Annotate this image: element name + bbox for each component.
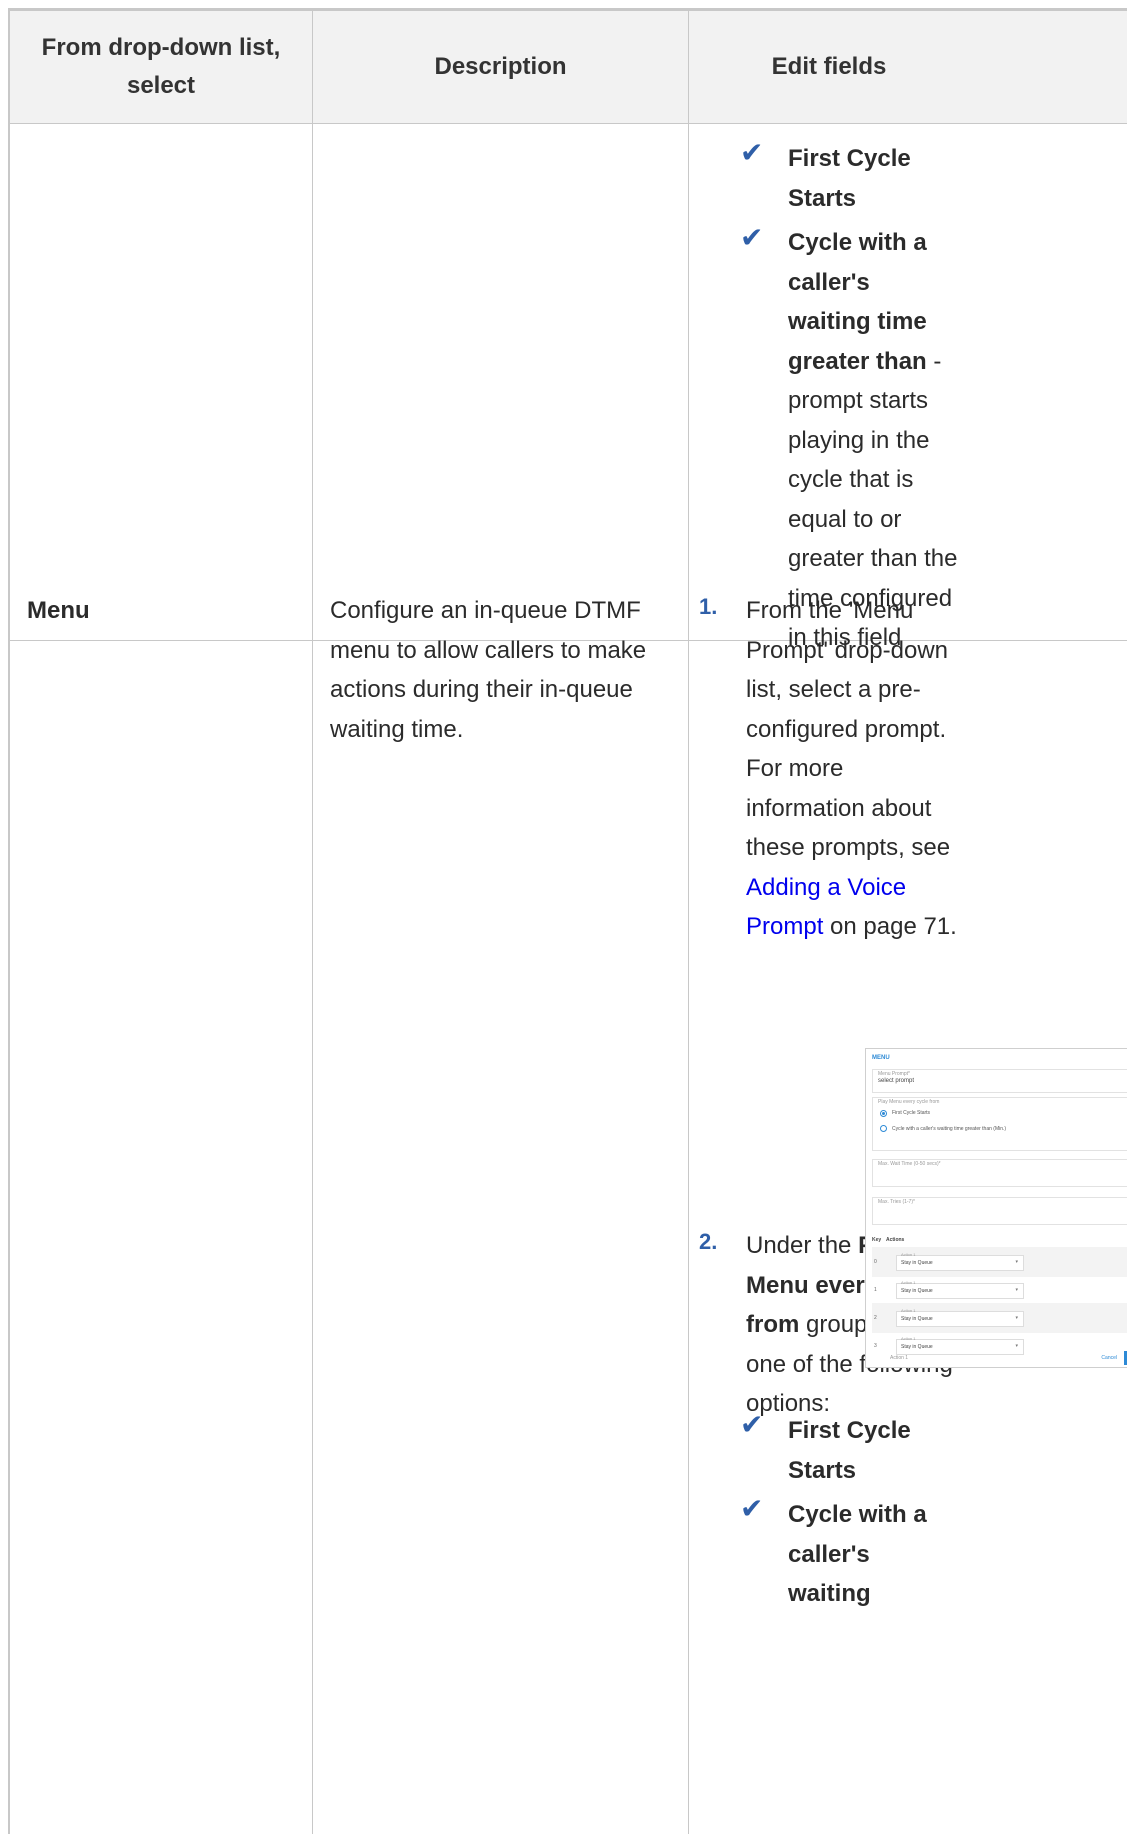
actions-column-header: Actions — [886, 1237, 905, 1243]
max-wait-label: Max. Wait Time (0-50 secs)* — [878, 1161, 941, 1167]
radio-waiting-time — [880, 1125, 887, 1132]
row-divider — [10, 123, 1127, 124]
column-divider — [312, 11, 313, 1834]
chevron-down-icon: ▾ — [1015, 1287, 1018, 1293]
checkmark-icon: ✔ — [740, 1408, 764, 1441]
action-value: Stay in Queue — [901, 1260, 933, 1266]
radio-first-cycle — [880, 1110, 887, 1117]
action-select: Action 1 Stay in Queue ▾ — [896, 1252, 1024, 1271]
action-select: Action 1 Stay in Queue ▾ — [896, 1308, 1024, 1327]
header-description: Description — [434, 53, 567, 80]
action-row: 3 Action 1 Stay in Queue ▾ — [872, 1331, 1127, 1361]
action-label: Action 1 — [901, 1308, 916, 1313]
action-value: Stay in Queue — [901, 1344, 933, 1350]
chevron-down-icon: ▾ — [1015, 1259, 1018, 1265]
checkmark-icon: ✔ — [740, 136, 764, 169]
menu-prompt-value: select prompt — [878, 1078, 915, 1084]
radio-first-cycle-label: First Cycle Starts — [892, 1110, 931, 1116]
action-row: 2 Action 1 Stay in Queue ▾ — [872, 1303, 1127, 1333]
action-row: 1 Action 1 Stay in Queue ▾ — [872, 1275, 1127, 1305]
action-select: Action 1 Stay in Queue ▾ — [896, 1336, 1024, 1355]
action-value: Stay in Queue — [901, 1316, 933, 1322]
action-label: Action 1 — [901, 1280, 916, 1285]
step-1-text-before: From the 'Menu Prompt' drop-down list, s… — [746, 597, 951, 861]
radio-waiting-time-label: Cycle with a caller's waiting time great… — [892, 1126, 1007, 1132]
header-select: From drop-down list, select — [41, 34, 281, 99]
row-key: 1 — [874, 1287, 877, 1293]
menu-description: Configure an in-queue DTMF menu to allow… — [330, 597, 647, 743]
action-label: Action 1 — [901, 1336, 916, 1341]
row-key: 3 — [874, 1343, 877, 1349]
chevron-down-icon: ▾ — [1015, 1343, 1018, 1349]
options-table: From drop-down list, select Description … — [8, 8, 1127, 1834]
column-divider — [688, 11, 689, 1834]
bullet-bold-text: Cycle with a caller's waiting time great… — [788, 229, 927, 375]
dialog-title: MENU — [872, 1055, 890, 1061]
bullet-first-cycle-starts: First Cycle Starts — [788, 145, 911, 212]
step-2-part: Under the — [746, 1232, 852, 1259]
step-number: 2. — [699, 1229, 718, 1254]
step-1-text: From the 'Menu Prompt' drop-down list, s… — [746, 591, 961, 947]
menu-prompt-label: Menu Prompt* — [878, 1071, 910, 1077]
row-key: 2 — [874, 1315, 877, 1321]
checkmark-icon: ✔ — [740, 1492, 764, 1525]
step-1-text-after: on page 71. — [830, 913, 957, 940]
key-column-header: Key — [872, 1237, 882, 1243]
play-menu-label: Play Menu every cycle from — [878, 1099, 940, 1105]
action-select: Action 1 Stay in Queue ▾ — [896, 1280, 1024, 1299]
action-label: Action 1 — [901, 1252, 916, 1257]
play-menu-group — [872, 1097, 1127, 1151]
select-value-menu: Menu — [27, 597, 90, 624]
bullet-first-cycle-starts: First Cycle Starts — [788, 1417, 911, 1484]
header-edit-fields: Edit fields — [771, 53, 887, 80]
step-number: 1. — [699, 594, 718, 619]
checkmark-icon: ✔ — [740, 221, 764, 254]
bullet-cycle-with-waiting: Cycle with a caller's waiting — [788, 1501, 927, 1607]
row-key: 0 — [874, 1259, 877, 1265]
partial-action-label: Action 1 — [890, 1355, 909, 1361]
action-row: 0 Action 1 Stay in Queue ▾ — [872, 1247, 1127, 1277]
action-value: Stay in Queue — [901, 1288, 933, 1294]
chevron-down-icon: ▾ — [1015, 1315, 1018, 1321]
cancel-button: Cancel — [1101, 1355, 1117, 1361]
menu-dialog-screenshot: MENU Menu Prompt* select prompt Play Men… — [865, 1048, 1127, 1368]
max-tries-label: Max. Tries (1-7)* — [878, 1199, 915, 1205]
